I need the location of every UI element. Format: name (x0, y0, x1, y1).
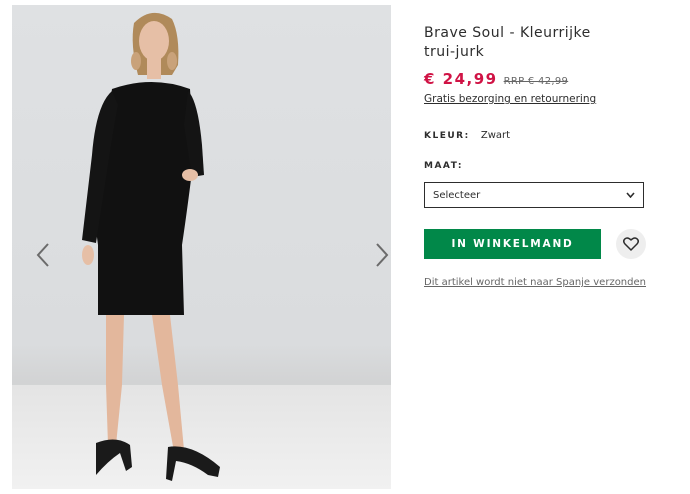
product-image-gallery (12, 5, 391, 489)
size-select[interactable]: Selecteer (424, 182, 644, 208)
rrp-price: RRP € 42,99 (503, 76, 569, 87)
colour-row: KLEUR: Zwart (424, 130, 510, 141)
chevron-down-icon (626, 192, 635, 198)
product-title: Brave Soul - Kleurrijke trui-jurk (424, 25, 591, 60)
colour-value: Zwart (480, 130, 511, 141)
chevron-right-icon (376, 243, 389, 267)
product-photo (82, 12, 220, 481)
heart-icon (623, 237, 639, 251)
current-price: € 24,99 (424, 70, 498, 88)
size-label: MAAT: (424, 161, 463, 171)
size-select-value: Selecteer (433, 189, 481, 201)
chevron-left-icon (36, 243, 49, 267)
previous-image-button[interactable] (30, 238, 56, 272)
shipping-restriction-link[interactable]: Dit artikel wordt niet naar Spanje verzo… (424, 277, 646, 288)
add-to-bag-button[interactable]: IN WINKELMAND (424, 229, 601, 259)
save-for-later-button[interactable] (616, 229, 646, 259)
colour-label: KLEUR: (424, 131, 470, 141)
next-image-button[interactable] (369, 238, 391, 272)
free-delivery-link[interactable]: Gratis bezorging en retournering (424, 93, 596, 105)
price-row: € 24,99 RRP € 42,99 (424, 70, 568, 88)
